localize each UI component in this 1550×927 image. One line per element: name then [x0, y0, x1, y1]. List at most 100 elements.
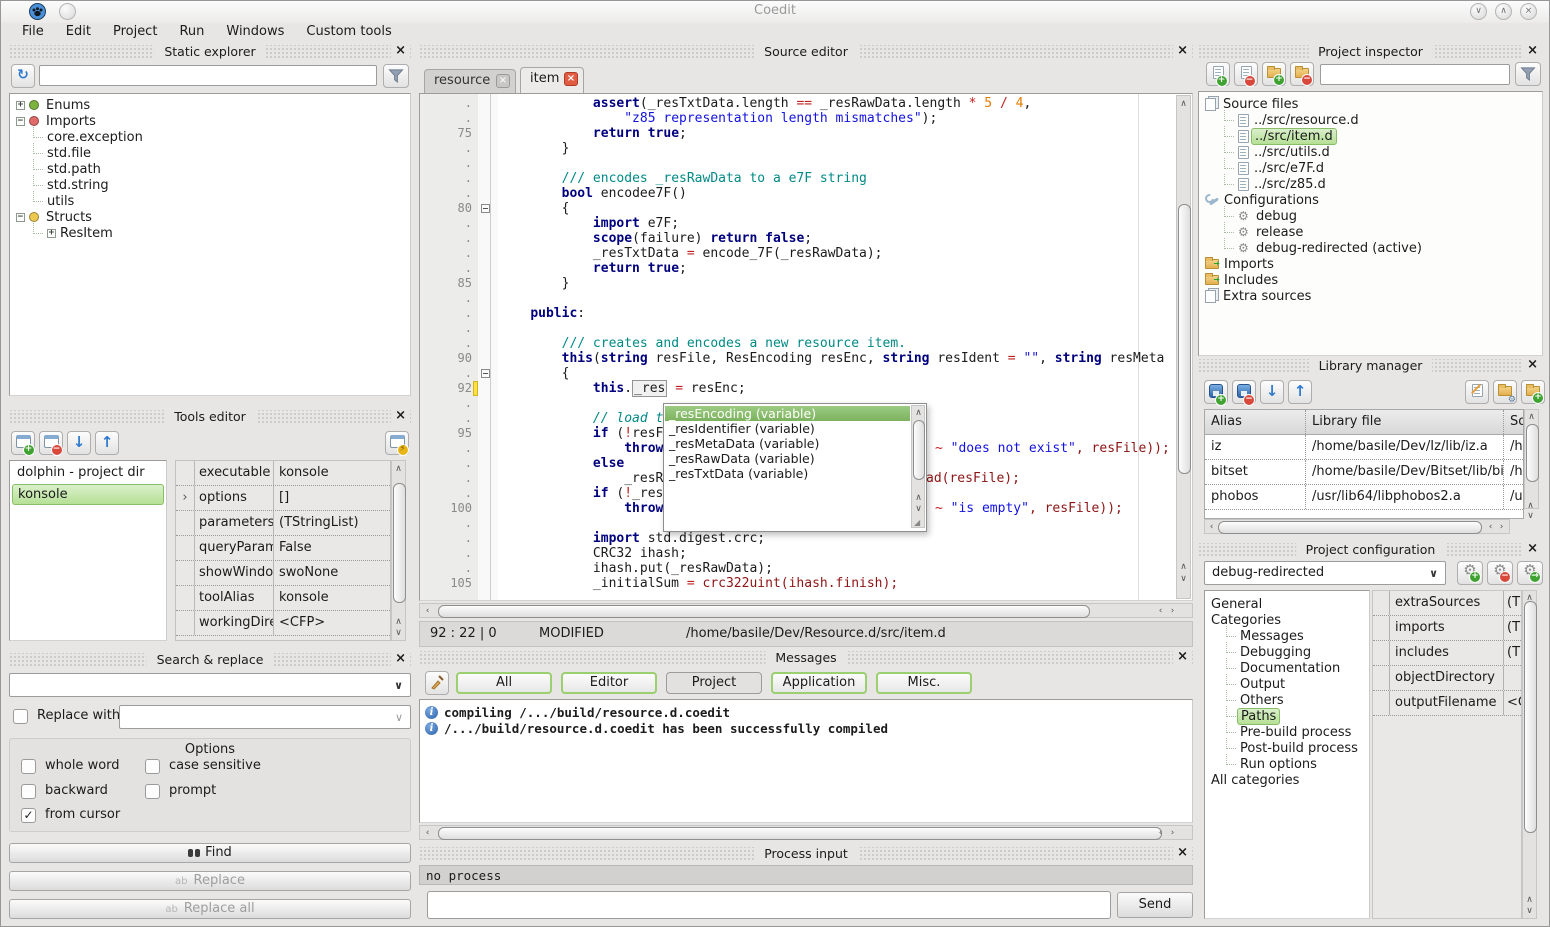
tool-property-row[interactable]: parameters(TStringList) [176, 511, 390, 536]
tool-list-item[interactable]: dolphin - project dir [12, 463, 164, 484]
option-checkbox-backward[interactable] [21, 784, 36, 799]
messages-hscrollbar[interactable]: ‹ ‹› [419, 825, 1193, 840]
property-value[interactable]: False [273, 536, 390, 560]
property-value[interactable]: konsole [273, 461, 390, 485]
tree-expand-icon[interactable]: − [16, 213, 25, 222]
project-configuration-header[interactable]: Project configuration × [1198, 543, 1543, 558]
search-replace-close-icon[interactable]: × [391, 651, 410, 666]
code-line[interactable]: . bool encodee7F() [420, 186, 1174, 201]
completion-popup[interactable]: _resEncoding (variable)_resIdentifier (v… [663, 403, 927, 532]
tree-expand-icon[interactable]: − [16, 117, 25, 126]
config-add-button[interactable]: ⚙+ [1457, 561, 1483, 585]
tool-property-row[interactable]: showWindowsswoNone [176, 561, 390, 586]
property-value[interactable]: (T [1503, 616, 1521, 640]
menu-project[interactable]: Project [102, 23, 168, 43]
search-term-combo[interactable]: ∨ [9, 673, 411, 697]
property-value[interactable] [1503, 666, 1521, 690]
tool-list-item[interactable]: konsole [12, 484, 164, 505]
property-value[interactable]: [] [273, 486, 390, 510]
static-tree-item[interactable]: utils [14, 193, 410, 209]
config-property-row[interactable]: includes(T [1373, 641, 1521, 666]
tool-run-button[interactable]: ⚡ [385, 431, 409, 455]
config-tree-item[interactable]: All categories [1209, 772, 1369, 788]
code-line[interactable]: . assert(_resTxtData.length == _resRawDa… [420, 96, 1174, 111]
project-remove-folder-button[interactable]: − [1290, 62, 1314, 86]
code-line[interactable]: . CRC32 ihash; [420, 546, 1174, 561]
code-line[interactable]: . return true; [420, 261, 1174, 276]
clear-messages-button[interactable] [425, 671, 449, 695]
library-add-button[interactable]: + [1204, 380, 1228, 404]
code-line[interactable]: . [420, 156, 1174, 171]
static-tree-item[interactable]: std.string [14, 177, 410, 193]
static-explorer-filter-button[interactable] [383, 64, 409, 88]
code-line[interactable]: . scope(failure) return false; [420, 231, 1174, 246]
library-remove-button[interactable]: − [1232, 380, 1256, 404]
messages-filter-application[interactable]: Application [771, 672, 867, 694]
tab-item[interactable]: item× [520, 67, 584, 93]
minimize-button[interactable]: ∨ [1470, 3, 1487, 20]
library-vscrollbar[interactable]: ∧ [1524, 409, 1539, 509]
completion-item[interactable]: _resRawData (variable) [665, 451, 910, 466]
messages-list[interactable]: icompiling /.../build/resource.d.coediti… [419, 699, 1193, 823]
messages-close-icon[interactable]: × [1173, 649, 1192, 664]
code-line[interactable]: . public: [420, 306, 1174, 321]
library-move-up-button[interactable]: ↑ [1288, 380, 1312, 404]
library-table-header[interactable]: AliasLibrary fileSources [1205, 410, 1523, 435]
library-manager-header[interactable]: Library manager × [1198, 359, 1543, 374]
resize-grip-icon[interactable]: ◢ [914, 518, 920, 527]
option-checkbox-case-sensitive[interactable] [145, 759, 160, 774]
code-line[interactable]: . [420, 291, 1174, 306]
project-configuration-close-icon[interactable]: × [1523, 541, 1542, 556]
static-tree-item[interactable]: core.exception [14, 129, 410, 145]
static-tree-item[interactable]: std.file [14, 145, 410, 161]
tool-remove-button[interactable]: − [39, 431, 63, 455]
tab-resource[interactable]: resource× [424, 69, 516, 93]
tab-close-icon[interactable]: × [564, 72, 578, 86]
find-button[interactable]: Find [9, 843, 411, 863]
library-row[interactable]: iz/home/basile/Dev/Iz/lib/iz.a/ho [1205, 435, 1523, 460]
messages-filter-project[interactable]: Project [666, 672, 762, 694]
code-line[interactable]: . import e7F; [420, 216, 1174, 231]
source-editor-close-icon[interactable]: × [1173, 43, 1192, 58]
property-value[interactable]: (T [1503, 591, 1521, 615]
process-input-header[interactable]: Process input × [419, 847, 1193, 862]
config-clone-button[interactable]: ⚙→ [1517, 561, 1543, 585]
static-explorer-search-input[interactable] [39, 65, 377, 86]
project-tree-item[interactable]: Source files [1203, 96, 1542, 112]
library-row[interactable]: bitset/home/basile/Dev/Bitset/lib/bitse/… [1205, 460, 1523, 485]
project-tree-item[interactable]: ../src/z85.d [1203, 176, 1542, 192]
static-explorer-header[interactable]: Static explorer × [9, 45, 411, 60]
tool-property-row[interactable]: queryParametersFalse [176, 536, 390, 561]
message-row[interactable]: i/.../build/resource.d.coedit has been s… [425, 720, 1192, 736]
code-line[interactable]: 105 _initialSum = crc322uint(ihash.finis… [420, 576, 1174, 591]
completion-scrollbar[interactable]: ∧ ∧∨ ◢ [911, 405, 925, 528]
library-row[interactable]: phobos/usr/lib64/libphobos2.a/us [1205, 485, 1523, 510]
tools-editor-close-icon[interactable]: × [391, 408, 410, 423]
tool-add-button[interactable]: + [11, 431, 35, 455]
property-value[interactable]: (T [1503, 641, 1521, 665]
tool-property-row[interactable]: executablekonsole [176, 461, 390, 486]
code-line[interactable]: 92 this._res = resEnc; [420, 381, 1174, 396]
property-value[interactable]: konsole [273, 586, 390, 610]
project-inspector-filter-button[interactable] [1515, 62, 1541, 86]
static-explorer-close-icon[interactable]: × [391, 43, 410, 58]
search-replace-header[interactable]: Search & replace × [9, 653, 411, 668]
static-tree-item[interactable]: −Structs [14, 209, 410, 225]
property-value[interactable]: (TStringList) [273, 511, 390, 535]
source-editor-header[interactable]: Source editor × [419, 45, 1193, 60]
close-button[interactable]: × [1520, 3, 1537, 20]
fold-collapse-icon[interactable] [481, 204, 490, 213]
project-tree-item[interactable]: ../src/utils.d [1203, 144, 1542, 160]
messages-filter-all[interactable]: All [456, 672, 552, 694]
replace-with-checkbox[interactable] [13, 709, 28, 724]
static-tree-item[interactable]: −Imports [14, 113, 410, 129]
configuration-select[interactable]: debug-redirected∨ [1204, 561, 1446, 585]
project-tree-item[interactable]: ../src/e7F.d [1203, 160, 1542, 176]
messages-header[interactable]: Messages × [419, 651, 1193, 666]
code-line[interactable]: 80 { [420, 201, 1174, 216]
menu-run[interactable]: Run [168, 23, 215, 43]
code-line[interactable]: 75 return true; [420, 126, 1174, 141]
library-edit-button[interactable] [1465, 380, 1489, 404]
code-line[interactable]: . /// creates and encodes a new resource… [420, 336, 1174, 351]
option-checkbox-prompt[interactable] [145, 784, 160, 799]
